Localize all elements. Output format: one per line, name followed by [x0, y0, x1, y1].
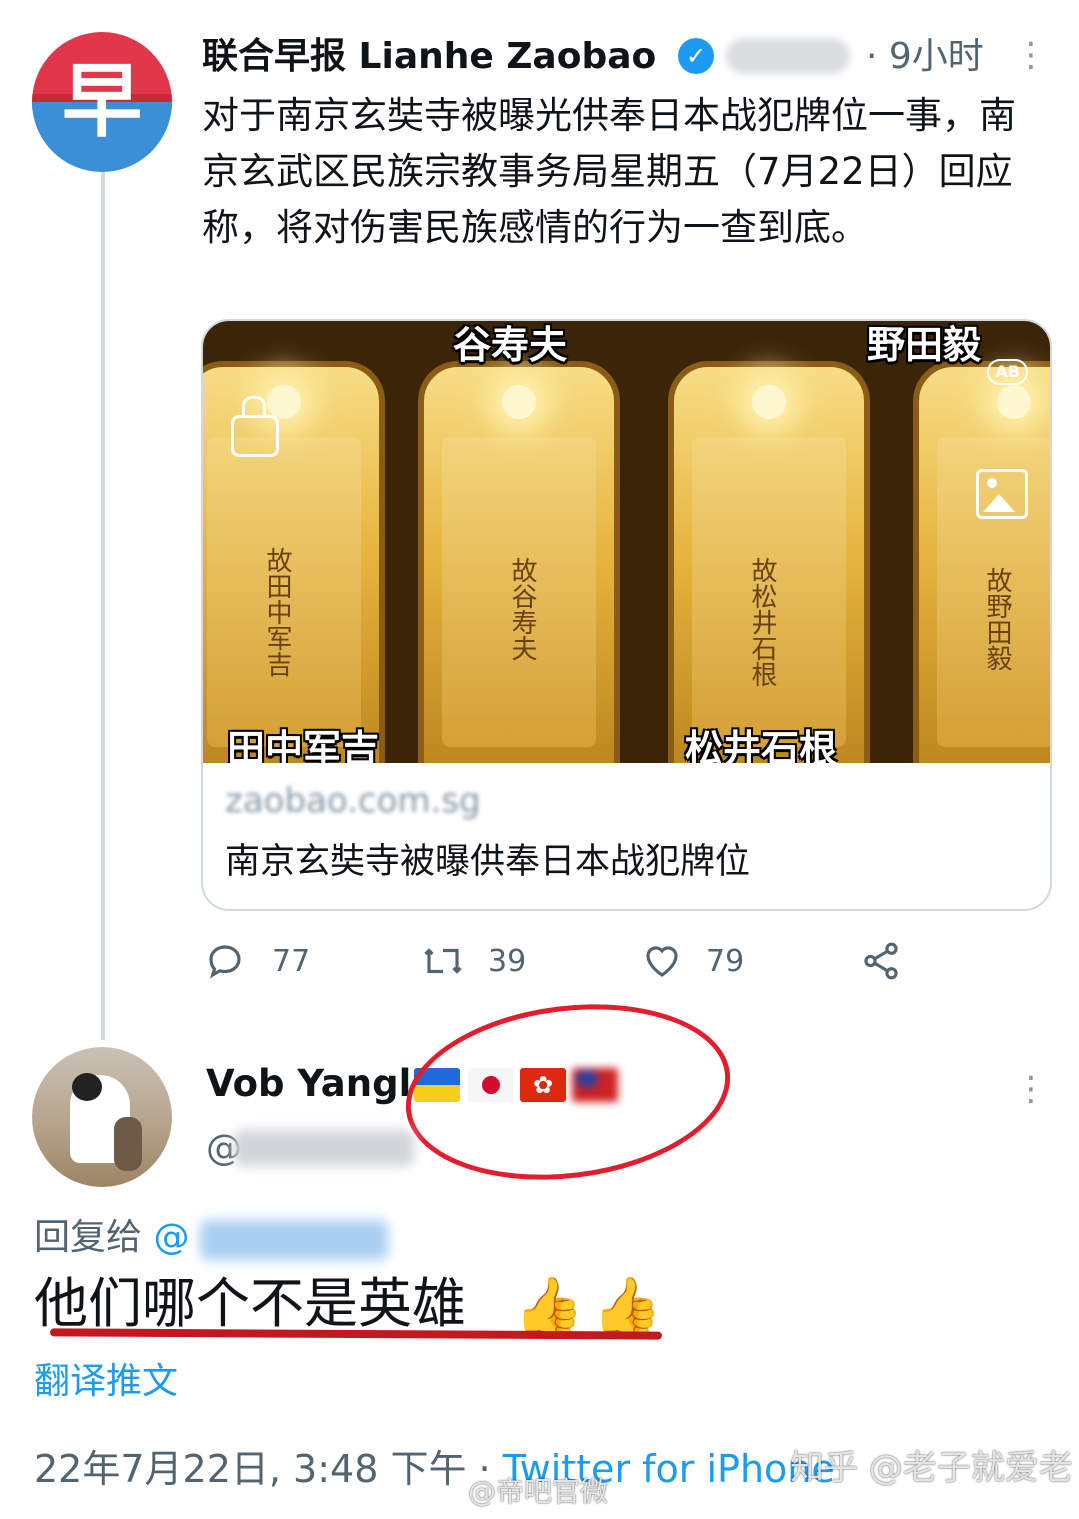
plaque-text: 故松井石根 [747, 557, 777, 687]
image-icon [976, 469, 1028, 519]
author-handle-blurred[interactable] [726, 38, 850, 74]
translate-tweet-link[interactable]: 翻译推文 [34, 1356, 178, 1408]
zhihu-watermark: 知乎 @老子就爱老 [790, 1448, 1073, 1488]
verified-badge-icon: ✓ [678, 38, 714, 74]
replying-to-label: 回复给 [34, 1217, 143, 1258]
share-icon [864, 942, 898, 980]
thread-line [101, 172, 105, 1040]
plaque-text: 故田中军吉 [262, 547, 292, 677]
tweet-meta: 22年7月22日, 3:48 下午 · Twitter for iPhone [34, 1441, 835, 1497]
share-button[interactable] [860, 936, 930, 986]
avatar-logo: 早 [62, 55, 142, 148]
ab-badge: AB [987, 359, 1028, 385]
reply-author-avatar[interactable] [32, 1047, 172, 1187]
handle-blur [234, 1130, 414, 1166]
card-title[interactable]: 南京玄奘寺被曝供奉日本战犯牌位 [225, 837, 750, 887]
author-name[interactable]: 联合早报 Lianhe Zaobao [202, 32, 656, 82]
red-circle-annotation [395, 986, 741, 1198]
link-card[interactable]: 故田中军吉 故谷寿夫 故松井石根 故野田毅 谷寿夫 野田毅 田中军吉 松井石根 … [201, 319, 1052, 911]
plaque-text: 故谷寿夫 [507, 557, 537, 661]
lock-icon [231, 396, 279, 457]
reply-icon [209, 945, 241, 979]
plaque-text: 故野田毅 [982, 567, 1012, 671]
card-domain: zaobao.com.sg [225, 781, 481, 821]
tweet-text: 对于南京玄奘寺被曝光供奉日本战犯牌位一事，南京玄武区民族宗教事务局星期五（7月2… [202, 94, 1016, 249]
reply-handle-blur [200, 1220, 388, 1260]
reply-author-name[interactable]: Vob Yangl [206, 1058, 411, 1110]
retweet-count: 39 [488, 943, 527, 979]
reply-count: 77 [272, 943, 311, 979]
image-caption: 野田毅 [867, 323, 982, 367]
retweet-icon [424, 948, 462, 974]
tweet-date[interactable]: 22年7月22日, 3:48 下午 · [34, 1447, 503, 1491]
image-caption: 松井石根 [685, 727, 838, 763]
weibo-watermark: @帝吧官微 [468, 1475, 609, 1508]
reply-button[interactable]: 77 [204, 936, 310, 986]
heart-icon [646, 946, 678, 977]
card-image: 故田中军吉 故谷寿夫 故松井石根 故野田毅 谷寿夫 野田毅 田中军吉 松井石根 … [203, 321, 1050, 763]
image-caption: 谷寿夫 [453, 323, 568, 367]
more-options-icon[interactable]: ⋮ [1014, 30, 1048, 80]
tweet-time[interactable]: · 9小时 [866, 32, 984, 82]
like-button[interactable]: 79 [640, 936, 744, 986]
replying-to-handle[interactable]: @ [153, 1217, 189, 1258]
retweet-button[interactable]: 39 [420, 936, 526, 986]
image-caption: 田中军吉 [227, 727, 380, 763]
more-options-icon[interactable]: ⋮ [1014, 1064, 1048, 1114]
author-avatar[interactable]: 早 [32, 32, 172, 172]
like-count: 79 [706, 943, 745, 979]
replying-to: 回复给 @ [34, 1212, 189, 1264]
